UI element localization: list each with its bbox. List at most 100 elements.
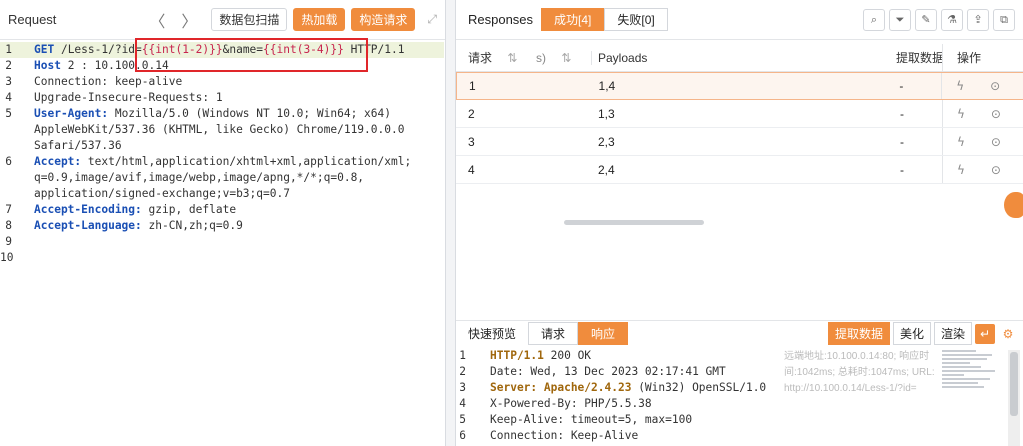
code-token: GET — [34, 43, 55, 56]
scan-packet-button[interactable]: 数据包扫描 — [211, 8, 288, 31]
tab-request[interactable]: 请求 — [528, 322, 579, 345]
cell-request: 1 — [469, 79, 476, 93]
table-row[interactable]: 1 1,4- ϟ ⊙ — [456, 72, 1023, 100]
line-number: 4 — [5, 91, 12, 104]
lightning-icon[interactable]: ϟ — [957, 135, 965, 149]
code-token: AppleWebKit/537.36 (KHTML, like Gecko) C… — [34, 123, 405, 136]
copy-icon[interactable]: ⧉ — [993, 8, 1015, 31]
sort-icon[interactable]: ⇅ — [561, 51, 571, 65]
col-extract[interactable]: 提取数据 — [892, 49, 942, 66]
col-request-label: 请求 — [468, 51, 493, 65]
next-arrow-icon[interactable]: 〉 — [181, 8, 197, 32]
code-line: 6 Accept: text/html,application/xhtml+xml… — [0, 154, 444, 170]
arrow-circle-icon[interactable]: ⊙ — [991, 107, 1001, 121]
tab-response[interactable]: 响应 — [578, 322, 629, 345]
line-number: 5 — [459, 413, 466, 426]
mascot-icon — [1004, 192, 1023, 218]
cell-ops: ϟ ⊙ — [941, 73, 1023, 99]
cell-request: 2 — [468, 106, 475, 121]
code-line: 10 — [0, 250, 444, 266]
col-request[interactable]: 请求 ⇅ — [456, 49, 536, 66]
request-editor[interactable]: 1 GET /Less-1/?id={{int(1-2)}}&name={{int… — [0, 42, 444, 266]
code-token: Host — [34, 59, 61, 72]
line-text: HTTP/1.1 200 OK — [490, 348, 591, 364]
horizontal-scrollbar[interactable] — [564, 220, 704, 225]
render-button[interactable]: 渲染 — [933, 322, 972, 345]
info-line: 远端地址:10.100.0.14:80; 响应时 — [784, 351, 930, 362]
col-time[interactable]: s) ⇅ — [536, 50, 592, 65]
line-text: Accept: text/html,application/xhtml+xml,… — [34, 154, 411, 170]
line-text: Accept-Encoding: gzip, deflate — [34, 202, 236, 218]
code-line: q=0.9,image/avif,image/webp,image/apng,*… — [0, 170, 444, 186]
hot-load-button[interactable]: 热加载 — [293, 8, 346, 31]
export-icon[interactable]: ⇪ — [967, 8, 989, 31]
table-header: 请求 ⇅ s) ⇅ Payloads 提取数据 操作 — [456, 44, 1023, 72]
line-text: Connection: Keep-Alive — [490, 428, 638, 444]
build-request-button[interactable]: 构造请求 — [351, 8, 416, 31]
code-token: Accept-Encoding: — [34, 203, 142, 216]
code-token: Accept: — [34, 155, 82, 168]
line-text: Accept-Language: zh-CN,zh;q=0.9 — [34, 218, 243, 234]
tab-success[interactable]: 成功[4] — [541, 8, 605, 31]
gear-icon[interactable]: ⚙ — [998, 324, 1018, 344]
lightning-icon[interactable]: ϟ — [957, 107, 965, 121]
line-text: Keep-Alive: timeout=5, max=100 — [490, 412, 692, 428]
search-icon[interactable]: ⌕ — [863, 8, 885, 31]
beautify-button[interactable]: 美化 — [892, 322, 931, 345]
pin-icon[interactable]: ✎ — [915, 8, 937, 31]
line-number: 6 — [459, 429, 466, 442]
flask-icon[interactable]: ⚗ — [941, 8, 963, 31]
line-text: X-Powered-By: PHP/5.5.38 — [490, 396, 652, 412]
line-number: 10 — [0, 251, 14, 264]
code-line: AppleWebKit/537.36 (KHTML, like Gecko) C… — [0, 122, 444, 138]
lightning-icon[interactable]: ϟ — [957, 163, 965, 177]
request-panel: Request 〈 〉 数据包扫描 热加载 构造请求 ⤢ 1 GET /Less-… — [0, 0, 446, 446]
code-token: Mozilla/5.0 (Windows NT 10.0; Win64; x64… — [108, 107, 391, 120]
expand-icon[interactable]: ⤢ — [427, 12, 437, 27]
col-payloads[interactable]: Payloads — [592, 51, 892, 65]
prev-arrow-icon[interactable]: 〈 — [149, 8, 165, 32]
sort-icon[interactable]: ⇅ — [507, 51, 517, 65]
cell-payload: 2,3 — [598, 134, 615, 149]
line-number — [0, 170, 34, 186]
results-table: 请求 ⇅ s) ⇅ Payloads 提取数据 操作 1 1,4- ϟ ⊙ 2 1,3- ϟ… — [456, 44, 1023, 184]
tab-fail[interactable]: 失败[0] — [604, 8, 668, 31]
minimap[interactable] — [942, 348, 998, 446]
code-line: 7 Accept-Encoding: gzip, deflate — [0, 202, 444, 218]
cell-extract: - — [899, 79, 904, 93]
arrow-circle-icon[interactable]: ⊙ — [991, 163, 1001, 177]
wrap-icon[interactable]: ↵ — [975, 323, 995, 344]
col-time-label: s) — [536, 50, 546, 65]
code-line: 4 Upgrade-Insecure-Requests: 1 — [0, 90, 444, 106]
arrow-circle-icon[interactable]: ⊙ — [990, 79, 1000, 93]
line-number: 3 — [459, 381, 466, 394]
request-header: Request 〈 〉 数据包扫描 热加载 构造请求 ⤢ — [0, 0, 445, 40]
table-row[interactable]: 4 2,4- ϟ ⊙ — [456, 156, 1023, 184]
app-window: Request 〈 〉 数据包扫描 热加载 构造请求 ⤢ 1 GET /Less-… — [0, 0, 1023, 446]
arrow-circle-icon[interactable]: ⊙ — [991, 135, 1001, 149]
request-title: Request — [8, 12, 57, 27]
line-number: 6 — [5, 155, 12, 168]
quick-preview-title: 快速预览 — [468, 327, 517, 341]
code-token: Upgrade-Insecure-Requests: 1 — [34, 91, 223, 104]
line-text: q=0.9,image/avif,image/webp,image/apng,*… — [34, 170, 364, 186]
code-token: Keep-Alive: timeout=5, max=100 — [490, 413, 693, 426]
line-number — [0, 122, 34, 138]
table-row[interactable]: 2 1,3- ϟ ⊙ — [456, 100, 1023, 128]
code-token: Server: Apache/2.4.23 — [490, 381, 632, 394]
cell-ops: ϟ ⊙ — [942, 156, 1023, 183]
line-text: AppleWebKit/537.36 (KHTML, like Gecko) C… — [34, 122, 404, 138]
code-token: Connection: Keep-Alive — [490, 429, 639, 442]
code-token: Date: Wed, 13 Dec 2023 02:17:41 GMT — [490, 365, 726, 378]
extract-data-button[interactable]: 提取数据 — [827, 322, 890, 345]
line-number: 1 — [459, 349, 466, 362]
lightning-icon[interactable]: ϟ — [956, 79, 964, 93]
filter-icon[interactable]: ⏷ — [889, 8, 911, 31]
table-row[interactable]: 3 2,3- ϟ ⊙ — [456, 128, 1023, 156]
vertical-scrollbar[interactable] — [1008, 350, 1020, 446]
cell-request: 4 — [468, 162, 475, 177]
responses-header: Responses 成功[4] 失败[0] ⌕ ⏷ ✎ ⚗ ⇪ ⧉ — [456, 0, 1023, 40]
info-line: 间:1042ms; 总耗时:1047ms; URL: — [784, 367, 935, 378]
line-text: User-Agent: Mozilla/5.0 (Windows NT 10.0… — [34, 106, 391, 122]
cell-request: 3 — [468, 134, 475, 149]
